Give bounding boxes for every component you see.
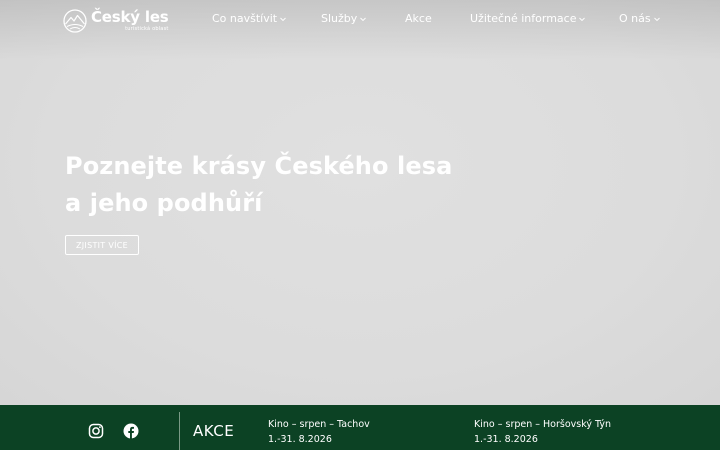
event-title: Kino – srpen – Tachov — [268, 419, 370, 430]
chevron-down-icon — [280, 17, 286, 21]
instagram-icon[interactable] — [88, 423, 104, 439]
nav-item-o-nas[interactable]: O nás — [619, 12, 661, 25]
nav-item-label: Akce — [405, 12, 432, 25]
nav-item-akce[interactable]: Akce — [405, 12, 432, 25]
events-divider — [179, 412, 180, 450]
nav-item-co-navstivit[interactable]: Co navštívit — [212, 12, 287, 25]
page: Český les turistická oblast Co navštívit… — [0, 0, 720, 450]
chevron-down-icon — [579, 17, 586, 21]
event-date: 1.-31. 8.2026 — [474, 434, 538, 445]
nav-item-label: O nás — [619, 12, 651, 25]
event-item[interactable]: Kino – srpen – Horšovský Týn 1.-31. 8.20… — [474, 417, 611, 447]
hero-title-line-1: Poznejte krásy Českého lesa — [65, 152, 453, 180]
facebook-icon[interactable] — [123, 423, 139, 439]
site-header: Český les turistická oblast Co navštívit… — [0, 0, 720, 40]
learn-more-button[interactable]: ZJISTIT VÍCE — [65, 235, 139, 255]
nav-item-label: Služby — [321, 12, 358, 25]
hero-title-line-2: a jeho podhůří — [65, 189, 263, 217]
event-title: Kino – srpen – Horšovský Týn — [474, 419, 611, 430]
events-heading: AKCE — [193, 422, 235, 440]
nav-item-label: Co navštívit — [212, 12, 278, 25]
chevron-down-icon — [653, 17, 660, 21]
hero-title: Poznejte krásy Českého lesa a jeho podhů… — [65, 148, 452, 222]
event-item[interactable]: Kino – srpen – Tachov 1.-31. 8.2026 — [268, 417, 370, 447]
chevron-down-icon — [360, 17, 367, 21]
event-date: 1.-31. 8.2026 — [268, 434, 332, 445]
nav-item-uzitecne-informace[interactable]: Užitečné informace — [470, 12, 586, 25]
main-nav: Co navštívit Služby Akce Užitečné inform… — [0, 12, 720, 28]
nav-item-sluzby[interactable]: Služby — [321, 12, 367, 25]
nav-item-label: Užitečné informace — [470, 12, 577, 25]
